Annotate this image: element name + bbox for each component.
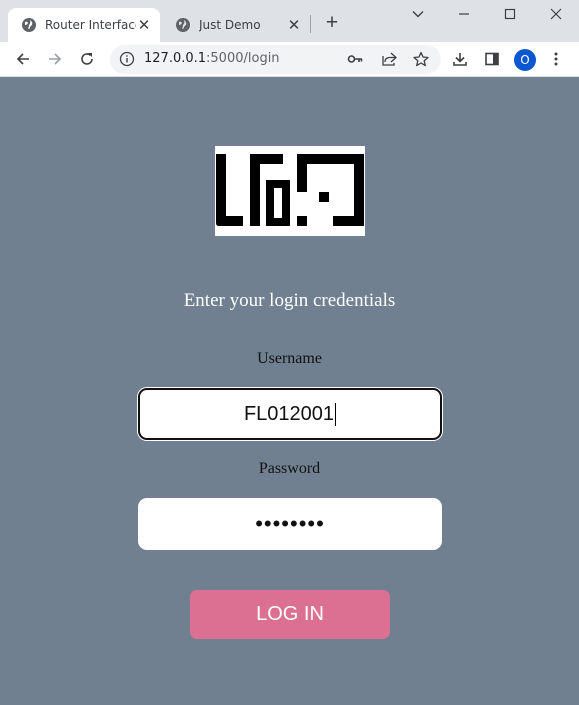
kebab-menu-icon [554, 52, 558, 66]
reload-button[interactable] [74, 46, 100, 72]
logo-graphic [216, 154, 364, 226]
username-input[interactable]: FL012001 [138, 388, 442, 440]
close-icon [550, 8, 562, 20]
login-prompt: Enter your login credentials [183, 290, 396, 311]
globe-icon [176, 18, 190, 32]
back-button[interactable] [10, 46, 36, 72]
globe-icon [22, 18, 36, 32]
username-value: FL012001 [243, 402, 335, 425]
forward-arrow-icon [49, 53, 62, 65]
reload-icon [81, 53, 93, 65]
tab-search-button[interactable] [395, 0, 441, 28]
tab-title: Router Interface [45, 18, 136, 32]
side-panel-button[interactable] [479, 46, 505, 72]
browser-menu-button[interactable] [543, 46, 569, 72]
side-panel-icon [485, 52, 499, 66]
tab-router-interface[interactable]: Router Interface ✕ [8, 8, 160, 42]
password-label: Password [258, 460, 321, 477]
new-tab-button[interactable]: + [321, 12, 343, 35]
close-window-button[interactable] [533, 0, 579, 28]
maximize-icon [504, 8, 516, 20]
site-info-icon[interactable] [119, 51, 135, 67]
tab-just-demo[interactable]: Just Demo ✕ [162, 8, 310, 42]
password-input[interactable]: •••••••• [138, 498, 442, 550]
url-text[interactable]: 127.0.0.1:5000/login [144, 51, 280, 66]
close-tab-icon[interactable]: ✕ [286, 17, 302, 34]
tab-separator [310, 15, 311, 33]
password-value: •••••••• [255, 511, 325, 536]
tab-title: Just Demo [199, 18, 261, 32]
login-button[interactable]: LOG IN [190, 590, 390, 639]
url-host: 127.0.0.1 [144, 51, 207, 66]
download-icon [453, 53, 467, 66]
downloads-button[interactable] [447, 46, 473, 72]
text-caret [335, 402, 337, 426]
forward-button[interactable] [42, 46, 68, 72]
back-arrow-icon [16, 53, 29, 65]
password-key-button[interactable] [346, 50, 364, 68]
share-button[interactable] [380, 50, 398, 68]
tab-strip: Router Interface ✕ Just Demo ✕ + [0, 0, 579, 42]
profile-avatar[interactable]: O [514, 49, 536, 71]
username-label: Username [257, 350, 322, 367]
address-bar[interactable]: 127.0.0.1:5000/login [110, 45, 441, 74]
minimize-button[interactable] [441, 0, 487, 28]
url-path: :5000/login [206, 51, 280, 66]
bookmark-button[interactable] [412, 50, 430, 68]
browser-toolbar: 127.0.0.1:5000/login O [0, 42, 579, 77]
close-tab-icon[interactable]: ✕ [136, 17, 152, 34]
logo [215, 146, 365, 236]
maximize-button[interactable] [487, 0, 533, 28]
key-icon [347, 55, 363, 63]
chevron-down-icon [412, 11, 424, 18]
minimize-icon [459, 13, 469, 15]
star-icon [413, 51, 429, 67]
share-icon [382, 52, 397, 66]
